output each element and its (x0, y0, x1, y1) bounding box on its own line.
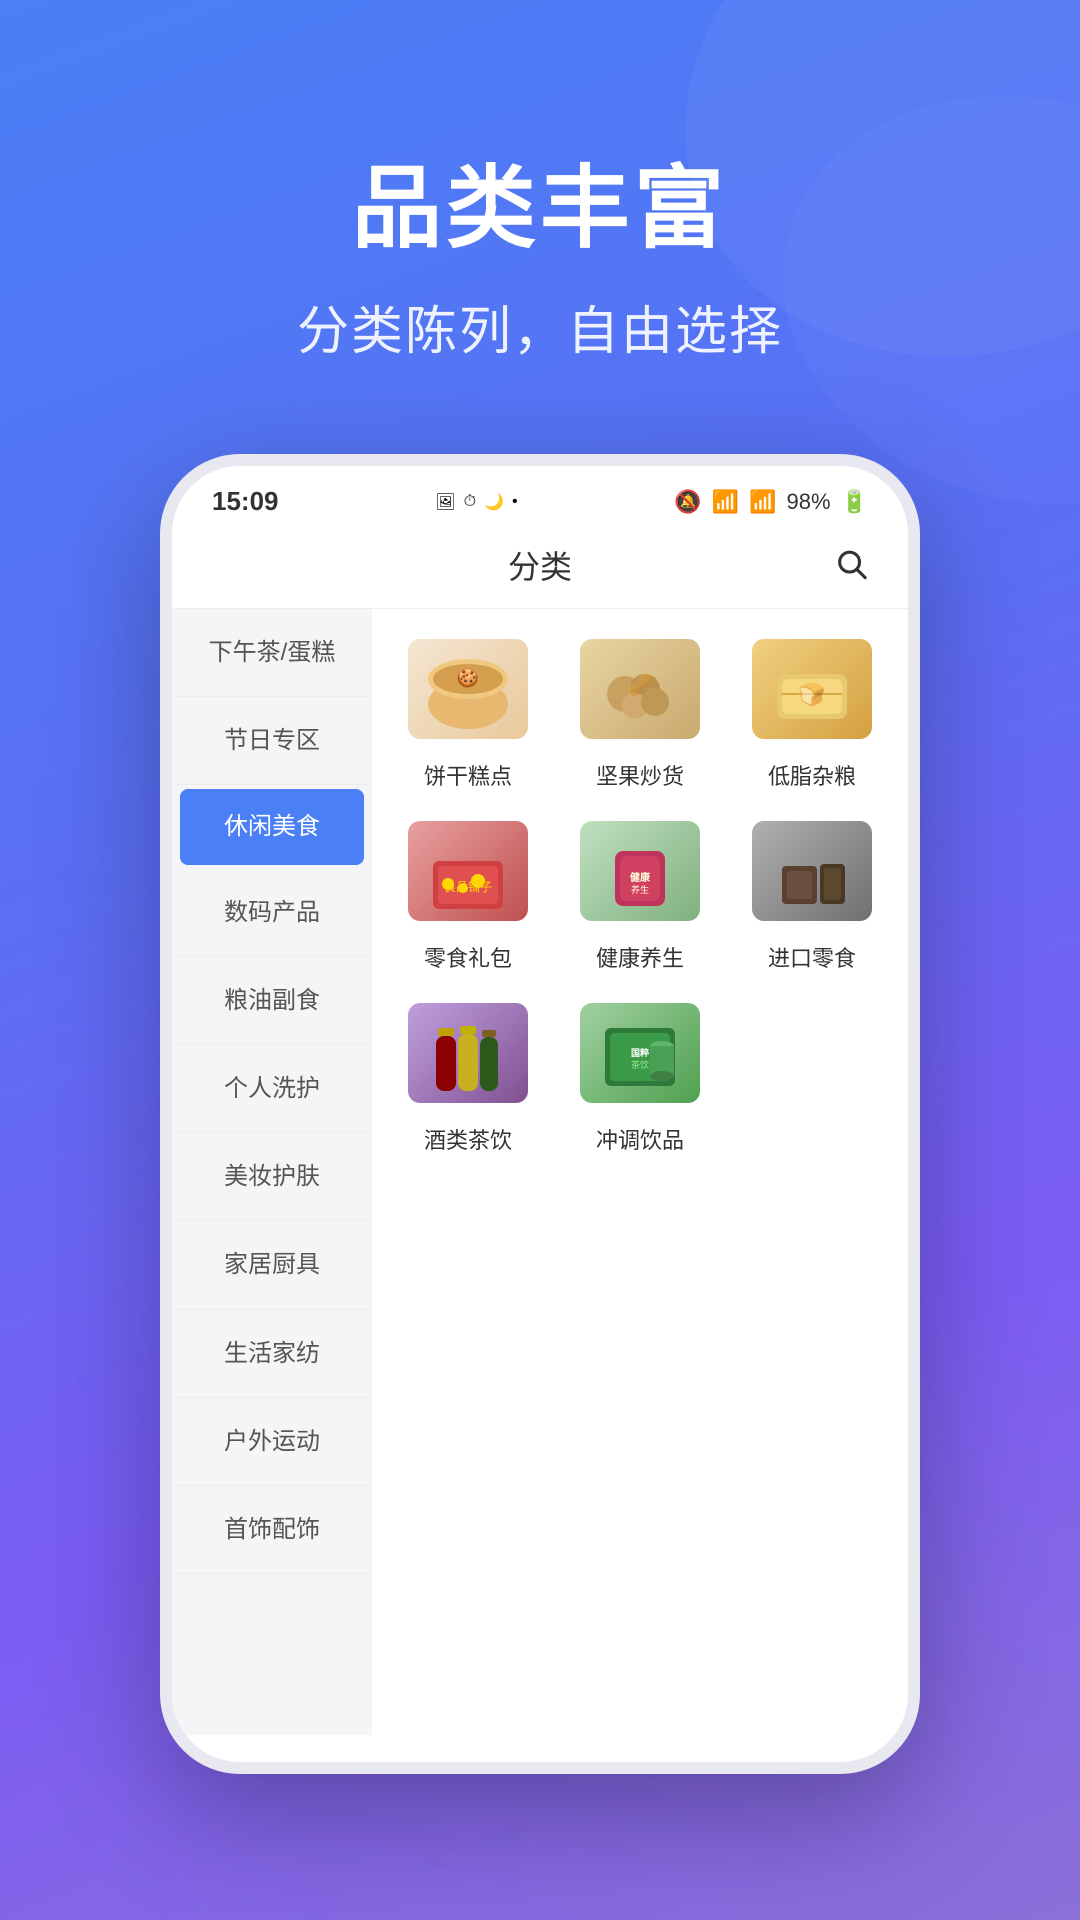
battery-icon: 🔋 (841, 489, 868, 515)
category-item-snack-gift[interactable]: 良品铺子 零食礼包 (392, 811, 544, 973)
cookies-label: 饼干糕点 (424, 759, 512, 791)
wine-tea-label: 酒类茶饮 (424, 1123, 512, 1155)
sidebar-item-afternoon-tea[interactable]: 下午茶/蛋糕 (172, 609, 372, 697)
content-area: 下午茶/蛋糕 节日专区 休闲美食 数码产品 粮油副食 个人洗护 美妆护肤 家居厨… (172, 609, 908, 1735)
sidebar-item-outdoor[interactable]: 户外运动 (172, 1398, 372, 1486)
nuts-image: 🥜 (580, 639, 700, 739)
sidebar-item-personal-care[interactable]: 个人洗护 (172, 1045, 372, 1133)
signal-icon: 📶 (749, 489, 776, 515)
sidebar-item-beauty[interactable]: 美妆护肤 (172, 1133, 372, 1221)
status-left-icons: 🖼 ⏱ 🌙 • (435, 492, 517, 512)
svg-text:🍞: 🍞 (798, 682, 825, 707)
svg-text:养生: 养生 (631, 884, 649, 895)
category-img-health: 健康 养生 (570, 811, 710, 931)
category-item-import-snack[interactable]: 进口零食 (736, 811, 888, 973)
dot-icon: • (512, 493, 518, 511)
category-img-cookies: 🍪 (398, 629, 538, 749)
category-img-import-snack (742, 811, 882, 931)
svg-text:健康: 健康 (630, 871, 651, 884)
cookies-image: 🍪 (408, 639, 528, 739)
alarm-icon: ⏱ (464, 493, 476, 511)
camera-icon: 🖼 (435, 492, 455, 512)
page-title: 品类丰富 (0, 160, 1080, 259)
category-grid: 🍪 饼干糕点 (392, 629, 888, 1155)
snack-gift-label: 零食礼包 (424, 941, 512, 973)
category-item-cookies[interactable]: 🍪 饼干糕点 (392, 629, 544, 791)
status-right-icons: 🔕 📶 📶 98% 🔋 (674, 489, 868, 515)
svg-text:国粹: 国粹 (631, 1047, 649, 1058)
moon-icon: 🌙 (484, 492, 504, 512)
health-image: 健康 养生 (580, 821, 700, 921)
header-section: 品类丰富 分类陈列，自由选择 (0, 0, 1080, 364)
drinks-image: 国粹 茶饮 (580, 1003, 700, 1103)
battery-text: 98% (787, 489, 831, 515)
wine-tea-image (408, 1003, 528, 1103)
sidebar-item-home-textiles[interactable]: 生活家纺 (172, 1310, 372, 1398)
sidebar-item-holiday[interactable]: 节日专区 (172, 697, 372, 785)
category-img-wine-tea (398, 993, 538, 1113)
page-subtitle: 分类陈列，自由选择 (0, 289, 1080, 364)
svg-text:🥜: 🥜 (626, 670, 653, 697)
category-img-snack-gift: 良品铺子 (398, 811, 538, 931)
status-bar: 15:09 🖼 ⏱ 🌙 • 🔕 📶 📶 98% 🔋 (172, 466, 908, 527)
app-header: 分类 (172, 527, 908, 608)
sidebar-item-digital[interactable]: 数码产品 (172, 869, 372, 957)
wifi-icon: 📶 (712, 489, 739, 515)
svg-text:🍪: 🍪 (457, 667, 479, 688)
mute-icon: 🔕 (674, 489, 701, 515)
drinks-label: 冲调饮品 (596, 1123, 684, 1155)
category-item-wine-tea[interactable]: 酒类茶饮 (392, 993, 544, 1155)
search-button[interactable] (834, 546, 868, 589)
category-item-drinks[interactable]: 国粹 茶饮 冲调饮品 (564, 993, 716, 1155)
sidebar-item-jewelry[interactable]: 首饰配饰 (172, 1486, 372, 1574)
phone-mockup: 15:09 🖼 ⏱ 🌙 • 🔕 📶 📶 98% 🔋 分类 (0, 454, 1080, 1774)
sidebar-item-leisure-food[interactable]: 休闲美食 (180, 789, 364, 864)
app-header-title: 分类 (508, 542, 572, 588)
category-img-drinks: 国粹 茶饮 (570, 993, 710, 1113)
category-sidebar: 下午茶/蛋糕 节日专区 休闲美食 数码产品 粮油副食 个人洗护 美妆护肤 家居厨… (172, 609, 372, 1735)
category-img-bread: 🍞 (742, 629, 882, 749)
sidebar-item-home-kitchen[interactable]: 家居厨具 (172, 1221, 372, 1309)
status-time: 15:09 (212, 486, 279, 517)
bread-label: 低脂杂粮 (768, 759, 856, 791)
category-grid-container: 🍪 饼干糕点 (372, 609, 908, 1735)
category-item-bread[interactable]: 🍞 低脂杂粮 (736, 629, 888, 791)
import-snack-image (752, 821, 872, 921)
svg-text:茶饮: 茶饮 (631, 1059, 649, 1070)
health-label: 健康养生 (596, 941, 684, 973)
nuts-label: 坚果炒货 (596, 759, 684, 791)
sidebar-item-grain-oil[interactable]: 粮油副食 (172, 957, 372, 1045)
category-item-nuts[interactable]: 🥜 坚果炒货 (564, 629, 716, 791)
bread-image: 🍞 (752, 639, 872, 739)
category-img-nuts: 🥜 (570, 629, 710, 749)
category-item-health[interactable]: 健康 养生 健康养生 (564, 811, 716, 973)
snack-gift-image: 良品铺子 (408, 821, 528, 921)
phone-screen: 15:09 🖼 ⏱ 🌙 • 🔕 📶 📶 98% 🔋 分类 (160, 454, 920, 1774)
import-snack-label: 进口零食 (768, 941, 856, 973)
